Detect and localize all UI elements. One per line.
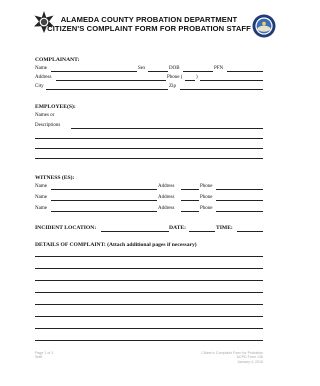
incident-location-field[interactable]: [101, 231, 169, 232]
names-or-label: Names or: [35, 113, 55, 118]
details-line[interactable]: [35, 304, 263, 305]
witness-phone-field[interactable]: [216, 211, 263, 212]
incident-time-field[interactable]: [237, 231, 263, 232]
witness-name-label: Name: [35, 184, 47, 189]
employee-description-line[interactable]: [71, 128, 263, 129]
complainant-address-field[interactable]: [56, 80, 166, 81]
pfn-field[interactable]: [227, 71, 263, 72]
witness-phone-label: Phone: [200, 195, 213, 200]
phone-close-paren: ): [196, 75, 198, 80]
form-title-line2: CITIZEN'S COMPLAINT FORM FOR PROBATION S…: [47, 24, 251, 33]
incident-time-label: TIME:: [216, 225, 233, 231]
dob-label: DOB: [169, 66, 180, 71]
witness-name-field[interactable]: [51, 211, 157, 212]
sex-field[interactable]: [148, 71, 168, 72]
details-line[interactable]: [35, 268, 263, 269]
details-line[interactable]: [35, 316, 263, 317]
name-label: Name: [35, 66, 47, 71]
employee-description-line[interactable]: [35, 138, 263, 139]
employee-description-line[interactable]: [35, 158, 263, 159]
witness-phone-field[interactable]: [216, 200, 263, 201]
details-line[interactable]: [35, 256, 263, 257]
witness-address-label: Address: [158, 195, 175, 200]
city-label: City: [35, 84, 44, 89]
employee-description-line[interactable]: [35, 148, 263, 149]
witness-address-label: Address: [158, 206, 175, 211]
witness-heading: WITNESS (ES):: [35, 175, 75, 181]
city-field[interactable]: [46, 89, 168, 90]
sex-label: Sex: [138, 66, 146, 71]
form-title-line1: ALAMEDA COUNTY PROBATION DEPARTMENT: [60, 15, 238, 24]
footer-left-sub: Staff: [35, 355, 43, 360]
witness-address-field[interactable]: [181, 189, 199, 190]
address-label: Address: [35, 75, 52, 80]
dob-field[interactable]: [183, 71, 213, 72]
employees-heading: EMPLOYEE(S):: [35, 104, 76, 110]
witness-name-label: Name: [35, 206, 47, 211]
details-line[interactable]: [35, 340, 263, 341]
footer-left: Page 1 of 1 Staff: [35, 351, 53, 360]
details-line[interactable]: [35, 328, 263, 329]
details-heading: DETAILS OF COMPLAINT: (Attach additional…: [35, 242, 197, 248]
pfn-label: PFN: [214, 66, 224, 71]
details-line[interactable]: [35, 292, 263, 293]
phone-area-code-field[interactable]: [185, 80, 195, 81]
descriptions-label: Descriptions: [35, 123, 61, 128]
witness-phone-field[interactable]: [216, 189, 263, 190]
witness-name-label: Name: [35, 195, 47, 200]
complainant-name-field[interactable]: [51, 71, 137, 72]
zip-label: Zip: [169, 84, 176, 89]
witness-phone-label: Phone: [200, 206, 213, 211]
footer-right: Citizen's Complaint Form for Probation A…: [180, 351, 263, 364]
witness-address-field[interactable]: [181, 211, 199, 212]
footer-form-date: January 4, 2016: [237, 359, 263, 364]
witness-name-field[interactable]: [51, 200, 157, 201]
phone-number-field[interactable]: [200, 80, 263, 81]
witness-address-label: Address: [158, 184, 175, 189]
incident-date-field[interactable]: [189, 231, 215, 232]
witness-name-field[interactable]: [51, 189, 157, 190]
phone-label: Phone (: [167, 75, 183, 80]
incident-date-label: DATE:: [169, 225, 186, 231]
complainant-heading: COMPLAINANT:: [35, 57, 80, 63]
witness-address-field[interactable]: [181, 200, 199, 201]
details-line[interactable]: [35, 280, 263, 281]
complaint-form-page: ALAMEDA COUNTY PROBATION DEPARTMENT CITI…: [0, 0, 298, 386]
incident-location-label: INCIDENT LOCATION:: [35, 225, 97, 231]
zip-field[interactable]: [180, 89, 263, 90]
witness-phone-label: Phone: [200, 184, 213, 189]
